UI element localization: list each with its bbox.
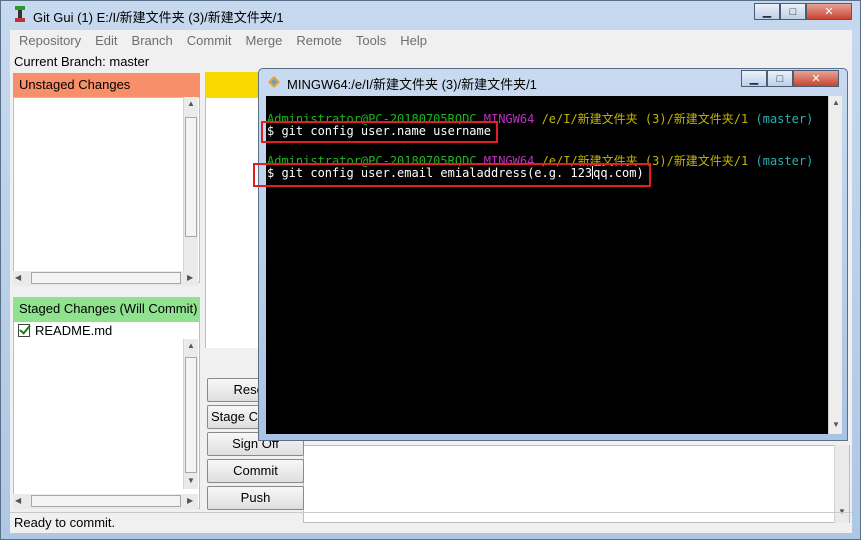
prompt-branch: (master) xyxy=(755,112,814,126)
file-name: README.md xyxy=(35,323,113,338)
menu-remote[interactable]: Remote xyxy=(287,33,347,48)
scroll-thumb[interactable] xyxy=(31,272,181,284)
terminal-minimize-button[interactable]: ▁ xyxy=(741,70,767,87)
highlight-box xyxy=(253,163,651,187)
close-button[interactable]: ✕ xyxy=(806,3,852,20)
menu-merge[interactable]: Merge xyxy=(237,33,288,48)
checked-file-icon[interactable] xyxy=(18,324,30,337)
scroll-left-arrow-icon[interactable]: ◀ xyxy=(15,496,21,505)
scroll-down-arrow-icon[interactable]: ▼ xyxy=(832,420,840,429)
window-controls: ▁ □ ✕ xyxy=(754,3,852,21)
staged-changes-header: Staged Changes (Will Commit) xyxy=(13,297,200,321)
window-title: Git Gui (1) E:/I/新建文件夹 (3)/新建文件夹/1 xyxy=(33,10,284,25)
unstaged-file-list[interactable] xyxy=(13,97,200,283)
terminal-screen[interactable]: Administrator@PC-20180705RQDC MINGW64 /e… xyxy=(253,96,828,434)
diff-header-bar xyxy=(205,72,265,98)
scroll-thumb[interactable] xyxy=(185,117,197,237)
scroll-up-arrow-icon[interactable]: ▲ xyxy=(187,341,195,350)
status-divider xyxy=(10,512,852,513)
commit-button[interactable]: Commit xyxy=(207,459,304,483)
list-item[interactable]: README.md xyxy=(18,323,112,338)
menu-help[interactable]: Help xyxy=(391,33,432,48)
staged-vertical-scrollbar[interactable]: ▲ ▼ xyxy=(183,339,198,489)
highlight-box xyxy=(261,121,498,143)
terminal-close-button[interactable]: ✕ xyxy=(793,70,839,87)
terminal-window-controls: ▁ □ ✕ xyxy=(741,70,839,88)
push-button[interactable]: Push xyxy=(207,486,304,510)
menu-repository[interactable]: Repository xyxy=(10,33,86,48)
unstaged-horizontal-scrollbar[interactable]: ◀ ▶ xyxy=(13,271,198,286)
scroll-right-arrow-icon[interactable]: ▶ xyxy=(187,496,193,505)
terminal-vertical-scrollbar[interactable]: ▲ ▼ xyxy=(828,96,842,434)
prompt-branch: (master) xyxy=(755,154,814,168)
menu-commit[interactable]: Commit xyxy=(178,33,237,48)
status-text: Ready to commit. xyxy=(14,515,116,530)
minimize-button[interactable]: ▁ xyxy=(754,3,780,20)
scroll-right-arrow-icon[interactable]: ▶ xyxy=(187,273,193,282)
terminal-maximize-button[interactable]: □ xyxy=(767,70,793,87)
current-branch-label: Current Branch: master xyxy=(14,54,150,69)
mingw-app-icon xyxy=(268,76,280,88)
unstaged-vertical-scrollbar[interactable]: ▲ ▼ xyxy=(183,97,198,283)
terminal-window[interactable]: MINGW64:/e/I/新建文件夹 (3)/新建文件夹/1 ▁ □ ✕ Adm… xyxy=(253,68,848,441)
scroll-down-arrow-icon[interactable]: ▼ xyxy=(187,476,195,485)
scroll-up-arrow-icon[interactable]: ▲ xyxy=(187,99,195,108)
diff-view[interactable] xyxy=(205,98,266,348)
staged-horizontal-scrollbar[interactable]: ◀ ▶ xyxy=(13,494,198,509)
title-bar: Git Gui (1) E:/I/新建文件夹 (3)/新建文件夹/1 ▁ □ ✕ xyxy=(1,1,861,29)
terminal-title: MINGW64:/e/I/新建文件夹 (3)/新建文件夹/1 xyxy=(287,77,537,92)
menu-branch[interactable]: Branch xyxy=(123,33,178,48)
unstaged-changes-header: Unstaged Changes xyxy=(13,73,200,97)
menu-bar: Repository Edit Branch Commit Merge Remo… xyxy=(10,30,852,51)
scroll-thumb[interactable] xyxy=(185,357,197,473)
prompt-path: /e/I/新建文件夹 (3)/新建文件夹/1 xyxy=(541,112,749,126)
menu-tools[interactable]: Tools xyxy=(347,33,391,48)
staged-file-list[interactable] xyxy=(13,321,200,509)
menu-edit[interactable]: Edit xyxy=(86,33,122,48)
git-gui-app-icon xyxy=(15,6,25,22)
scroll-up-arrow-icon[interactable]: ▲ xyxy=(832,98,840,107)
scroll-thumb[interactable] xyxy=(31,495,181,507)
scroll-left-arrow-icon[interactable]: ◀ xyxy=(15,273,21,282)
maximize-button[interactable]: □ xyxy=(780,3,806,20)
